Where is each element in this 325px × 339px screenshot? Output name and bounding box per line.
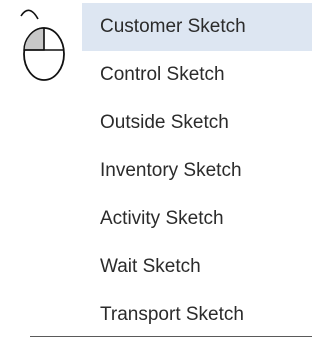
menu-item-label: Transport Sketch bbox=[100, 304, 244, 325]
menu-item-transport-sketch[interactable]: Transport Sketch bbox=[82, 291, 312, 339]
menu-item-label: Wait Sketch bbox=[100, 256, 201, 277]
menu-item-label: Customer Sketch bbox=[100, 16, 246, 37]
menu-item-outside-sketch[interactable]: Outside Sketch bbox=[82, 99, 312, 147]
menu-bottom-border bbox=[30, 336, 312, 337]
menu-item-label: Inventory Sketch bbox=[100, 160, 242, 181]
menu-item-label: Outside Sketch bbox=[100, 112, 229, 133]
menu-item-activity-sketch[interactable]: Activity Sketch bbox=[82, 195, 312, 243]
menu-item-label: Control Sketch bbox=[100, 64, 225, 85]
menu-item-label: Activity Sketch bbox=[100, 208, 224, 229]
mouse-pointer-icon bbox=[20, 9, 65, 81]
menu-item-inventory-sketch[interactable]: Inventory Sketch bbox=[82, 147, 312, 195]
menu-item-control-sketch[interactable]: Control Sketch bbox=[82, 51, 312, 99]
context-menu: Customer Sketch Control Sketch Outside S… bbox=[82, 0, 312, 337]
menu-item-wait-sketch[interactable]: Wait Sketch bbox=[82, 243, 312, 291]
menu-item-customer-sketch[interactable]: Customer Sketch bbox=[82, 3, 312, 51]
